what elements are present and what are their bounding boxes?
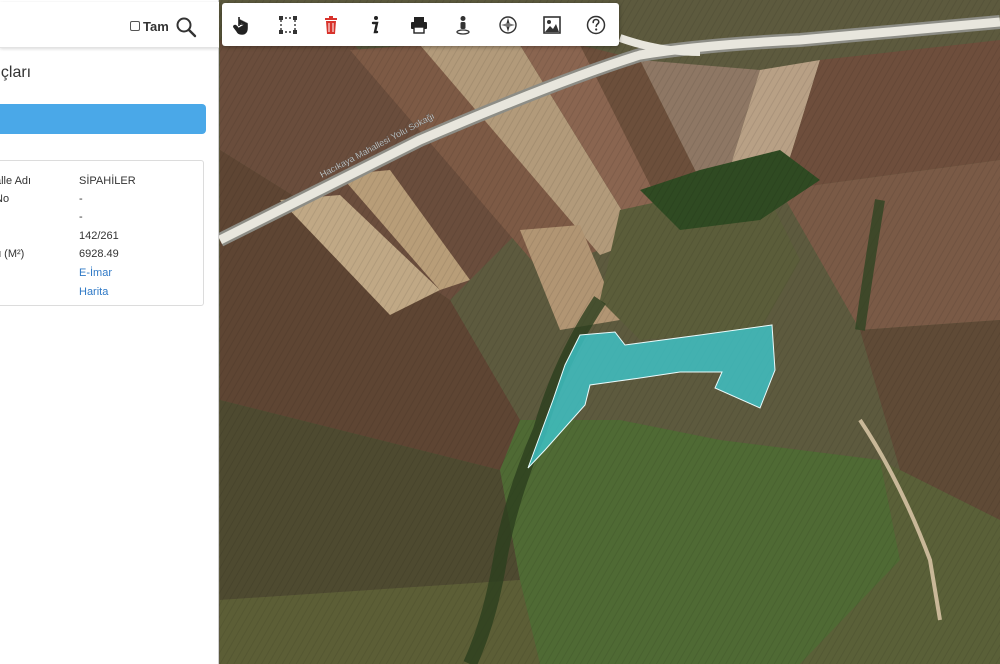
results-title: uçları — [0, 64, 32, 81]
info-row-mahalle: alle Adı SİPAHİLER — [0, 175, 205, 193]
image-export-button[interactable] — [538, 11, 566, 39]
info-row-ada: No - — [0, 193, 205, 211]
info-value: - — [79, 211, 83, 223]
harita-link[interactable]: Harita — [79, 286, 108, 298]
info-button[interactable] — [361, 11, 389, 39]
info-row-ada-parsel: l 142/261 — [0, 230, 205, 248]
street-view-button[interactable] — [449, 11, 477, 39]
left-panel: Tam uçları alle Adı SİPAHİLER No - - l 1… — [0, 0, 219, 664]
select-area-button[interactable] — [274, 11, 302, 39]
image-export-icon — [543, 16, 561, 34]
print-icon — [411, 17, 427, 34]
tam-checkbox[interactable] — [130, 21, 140, 31]
search-bar: Tam — [0, 2, 219, 48]
info-value: - — [79, 193, 83, 205]
street-view-icon — [456, 16, 470, 35]
delete-icon — [325, 16, 337, 34]
map-toolbar — [222, 3, 619, 46]
results-action-button[interactable] — [0, 104, 206, 134]
pan-hand-icon — [233, 17, 248, 35]
tam-checkbox-label: Tam — [143, 19, 169, 34]
parcel-info-card: alle Adı SİPAHİLER No - - l 142/261 ü (M… — [0, 160, 204, 306]
delete-button[interactable] — [317, 11, 345, 39]
info-row-parsel: - — [0, 211, 205, 229]
info-key: No — [0, 193, 10, 205]
help-icon — [586, 15, 606, 35]
info-row-eimar: E-İmar — [0, 267, 205, 285]
info-value: 142/261 — [79, 230, 119, 242]
info-value: 6928.49 — [79, 248, 119, 260]
pan-tool-button[interactable] — [228, 11, 256, 39]
info-key: ü (M²) — [0, 248, 25, 260]
help-button[interactable] — [582, 11, 610, 39]
info-row-area: ü (M²) 6928.49 — [0, 248, 205, 266]
select-area-icon — [279, 16, 297, 34]
info-value: SİPAHİLER — [79, 175, 136, 187]
e-imar-link[interactable]: E-İmar — [79, 267, 112, 279]
info-row-harita: Harita — [0, 286, 205, 304]
print-button[interactable] — [405, 11, 433, 39]
info-key: alle Adı — [0, 175, 32, 187]
compass-button[interactable] — [494, 11, 522, 39]
info-icon — [371, 16, 379, 34]
compass-icon — [499, 16, 517, 34]
search-icon[interactable] — [175, 16, 197, 38]
